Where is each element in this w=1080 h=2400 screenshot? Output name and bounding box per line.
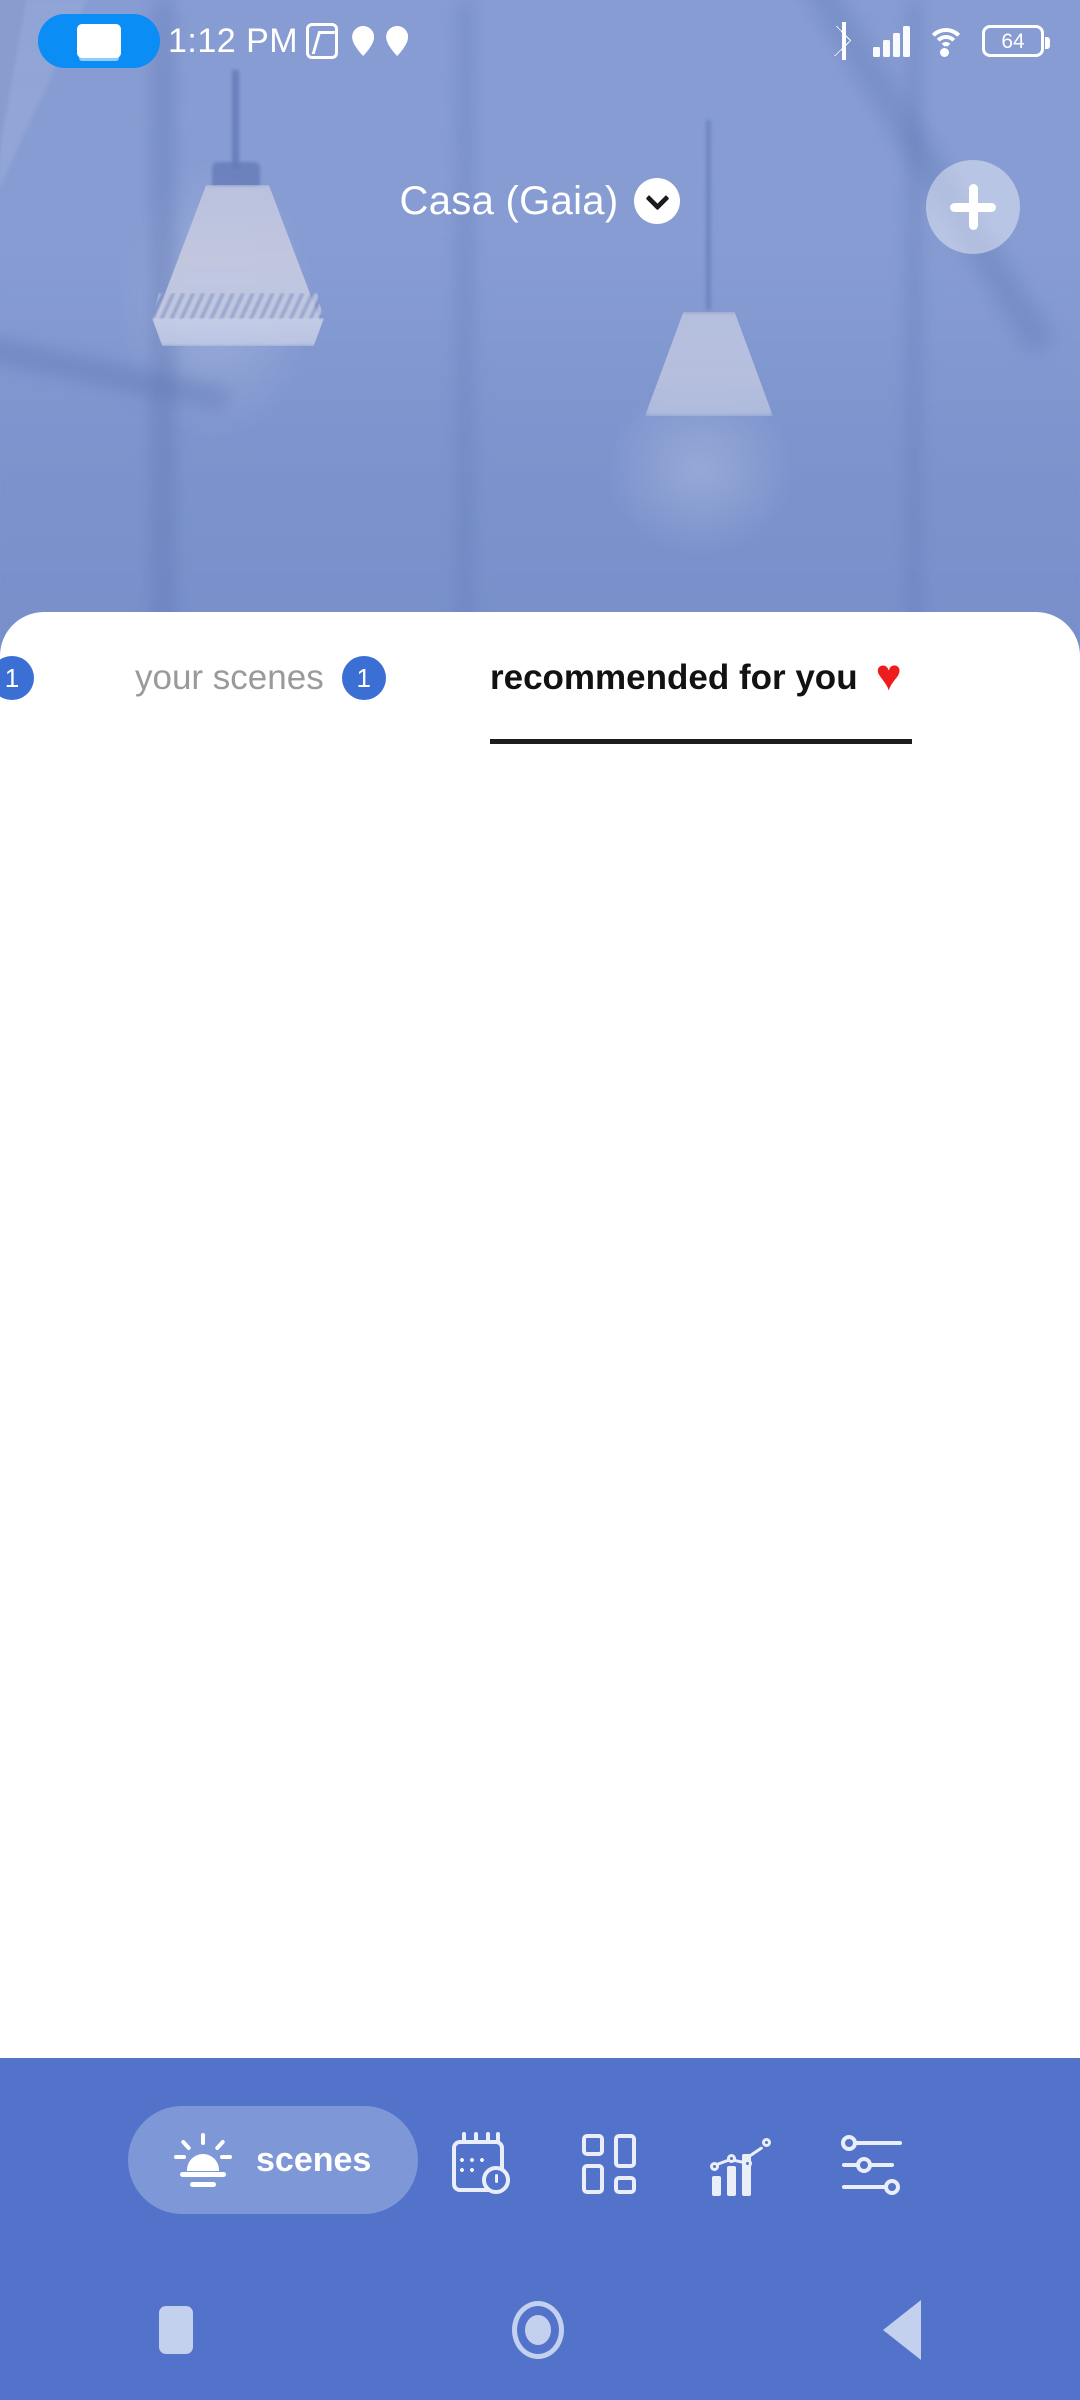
chart-point [710,2162,719,2171]
dashboard-grid-icon [580,2132,644,2196]
status-bar-clock: 1:12 PM [168,21,299,60]
heart-icon: ♥ [875,651,902,700]
home-name-label: Casa (Gaia) [399,178,619,223]
add-button[interactable] [926,160,1020,254]
analytics-chart-icon [710,2132,778,2196]
sun-dome [187,2154,219,2171]
plus-icon [968,184,978,230]
signal-bar [903,26,910,57]
horizon-line [180,2172,226,2177]
signal-bar [883,40,890,57]
screen-cast-pill-icon [38,14,160,68]
sun-ray [220,2155,232,2159]
hero-header: Casa (Gaia) [0,160,1080,280]
location-pin-icon [352,26,374,56]
tab-bar: 1 your scenes 1 recommended for you ♥ [0,612,1080,744]
wifi-dot [940,48,949,57]
nav-item-analytics[interactable] [710,2132,782,2204]
sun-ray [174,2155,186,2159]
horizon-line [190,2182,216,2187]
chart-point [727,2154,736,2163]
clock-overlay [482,2166,510,2194]
cellular-signal-icon [873,25,910,57]
android-system-navigation [0,2260,1080,2400]
status-bar-right: 64 [831,22,1080,60]
tab-active-underline [490,739,912,744]
settings-sliders-icon [840,2132,908,2196]
slider-knob [841,2135,857,2151]
calendar-clock-icon [450,2132,514,2196]
slider-knob [856,2157,872,2173]
bluetooth-icon [831,22,857,60]
grid-cell [582,2134,604,2156]
status-bar: 1:12 PM 64 [0,0,1080,82]
tab-label: your scenes [135,658,324,697]
chevron-glyph [645,185,670,211]
slider-track [850,2141,902,2145]
content-sheet: 1 your scenes 1 recommended for you ♥ [0,612,1080,2058]
chart-bar [712,2176,721,2196]
back-triangle-icon[interactable] [882,2300,921,2360]
grid-cell [614,2134,636,2168]
signal-bar [873,47,880,57]
screen-glyph [77,24,121,58]
wifi-icon [926,26,966,57]
tab-badge: 1 [0,656,34,700]
home-circle-icon[interactable] [511,2301,564,2359]
tab-previous-partial[interactable]: 1 [0,612,34,744]
bottom-navigation-bar: scenes [0,2058,1080,2260]
nav-item-scenes[interactable]: scenes [128,2106,418,2214]
grid-cell [614,2176,636,2194]
slider-knob [884,2179,900,2195]
tab-badge: 1 [341,656,386,700]
recents-square-icon[interactable] [159,2306,194,2354]
tab-your-scenes[interactable]: your scenes 1 [135,612,386,744]
chart-point [743,2159,752,2168]
status-bar-left: 1:12 PM [0,14,420,68]
sunrise-icon [172,2133,234,2187]
chevron-down-icon[interactable] [634,178,681,224]
hero-overlay-tint [0,0,1080,660]
signal-bar [893,33,900,57]
tab-recommended-for-you[interactable]: recommended for you ♥ [490,612,912,744]
home-inner-dot [524,2315,551,2345]
nav-item-settings[interactable] [840,2132,912,2204]
location-pin-icon [386,26,408,56]
nav-item-label: scenes [256,2140,372,2179]
sun-ray [201,2133,205,2145]
grid-cell [582,2164,604,2194]
chart-line [745,2146,764,2160]
hero-background-image [0,0,1080,660]
tab-label: recommended for you [490,658,858,697]
sun-ray [214,2139,226,2151]
chart-point [762,2138,771,2147]
home-selector[interactable]: Casa (Gaia) [0,178,1080,224]
chart-bar [727,2166,736,2196]
nav-item-schedule[interactable] [450,2132,522,2204]
nfc-icon [306,23,339,59]
battery-icon: 64 [982,25,1050,57]
battery-level-text: 64 [1001,29,1025,53]
sun-ray [180,2139,192,2151]
nav-item-dashboard[interactable] [580,2132,652,2204]
